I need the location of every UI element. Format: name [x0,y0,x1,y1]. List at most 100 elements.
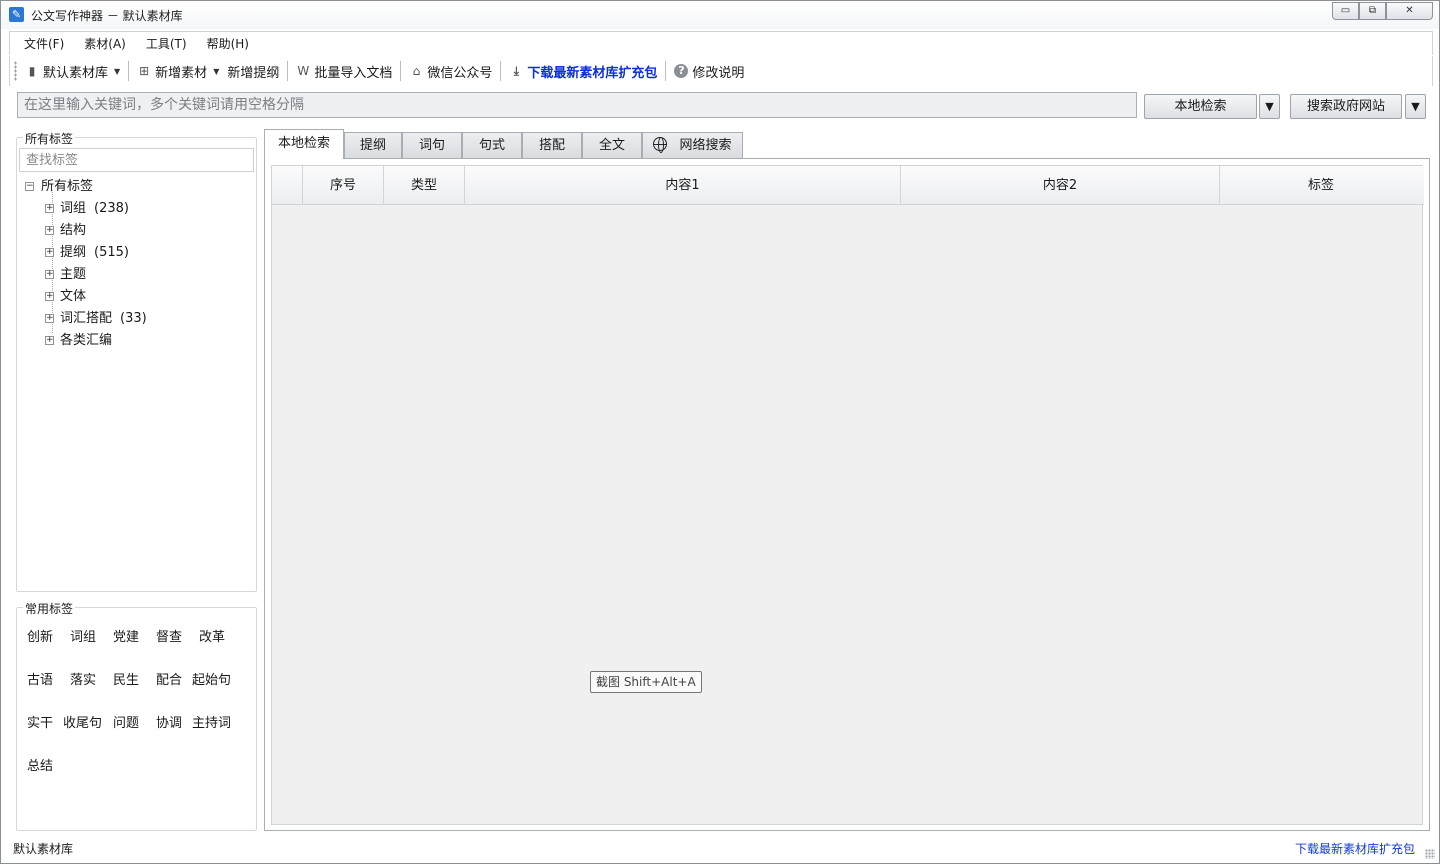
results-grid[interactable]: 序号 类型 内容1 内容2 标签 [271,165,1424,825]
window-title: 公文写作神器 － 默认素材库 [31,9,183,23]
tab-full-text[interactable]: 全文 [582,132,642,159]
tree-node-label: 词汇搭配 [60,311,113,326]
expand-icon[interactable]: + [45,248,54,257]
tree-node-label: 结构 [60,223,87,238]
common-tag[interactable]: 主持词 [192,712,231,731]
expand-icon[interactable]: + [45,270,54,279]
globe-icon [653,137,668,153]
tab-web-search[interactable]: 网络搜索 [642,132,743,159]
screenshot-hotkey-tooltip: 截图 Shift+Alt+A [590,671,702,693]
tree-node-label: 词组 [60,201,87,216]
grid-header-content2[interactable]: 内容2 [901,166,1220,205]
collapse-icon[interactable]: − [25,182,34,191]
common-tags-panel: 常用标签 创新 词组 党建 督查 改革 古语 落实 民生 配合 起始句 实干 收… [16,600,257,831]
wechat-label: 微信公众号 [427,65,493,81]
common-tag[interactable]: 实干 [27,712,53,731]
expand-icon[interactable]: + [45,336,54,345]
menu-bar: 文件(F) 素材(A) 工具(T) 帮助(H) [9,31,1433,55]
all-tags-title: 所有标签 [23,130,76,147]
grid-header-select[interactable] [272,166,303,205]
book-icon: ▮ [28,64,36,78]
common-tag[interactable]: 配合 [156,669,182,688]
resize-grip[interactable] [1425,849,1435,859]
grid-header: 序号 类型 内容1 内容2 标签 [272,166,1424,205]
close-button[interactable]: ✕ [1386,2,1433,20]
restore-button[interactable]: ⧉ [1359,2,1386,20]
tab-collocations[interactable]: 搭配 [522,132,582,159]
tree-node-count: (238) [94,201,129,216]
add-document-icon: ⊞ [139,64,150,78]
tree-node-label: 各类汇编 [60,333,113,348]
grid-header-index[interactable]: 序号 [303,166,384,205]
all-tags-panel: 所有标签 − 所有标签 + 词组 (238) + 结构 + 提纲 (515) [16,130,257,592]
expand-icon[interactable]: + [45,204,54,213]
batch-import-button[interactable]: W 批量导入文档 [292,58,396,84]
common-tag[interactable]: 起始句 [192,669,231,688]
expand-icon[interactable]: + [45,292,54,301]
tab-sentences[interactable]: 词句 [402,132,462,159]
add-outline-button[interactable]: 新增提纲 [223,58,283,84]
status-download-link[interactable]: 下载最新素材库扩充包 [1295,840,1415,857]
tag-search-input[interactable] [19,148,254,172]
title-bar[interactable]: ✎ 公文写作神器 － 默认素材库 ▭ ⧉ ✕ [1,1,1439,29]
grid-header-type[interactable]: 类型 [384,166,465,205]
tree-node-count: (33) [120,311,147,326]
menu-help[interactable]: 帮助(H) [197,32,259,55]
app-window: ✎ 公文写作神器 － 默认素材库 ▭ ⧉ ✕ 文件(F) 素材(A) 工具(T)… [0,0,1440,864]
changelog-button[interactable]: ? 修改说明 [670,58,748,84]
library-label: 默认素材库 [43,65,109,81]
tree-node-label: 文体 [60,289,87,304]
tab-sentence-patterns[interactable]: 句式 [462,132,522,159]
common-tag[interactable]: 督查 [156,626,182,645]
toolbar-grip[interactable] [14,61,17,81]
help-circle-icon: ? [674,64,689,78]
common-tag[interactable]: 问题 [113,712,139,731]
toolbar-separator [128,61,130,81]
result-tabs: 本地检索 提纲 词句 句式 搭配 全文 网络搜索 [264,129,743,159]
menu-material[interactable]: 素材(A) [74,32,136,55]
menu-file[interactable]: 文件(F) [10,32,74,55]
home-icon: ⌂ [412,64,421,78]
local-search-dropdown-button[interactable]: ▼ [1259,94,1280,119]
add-material-button[interactable]: ⊞ 新增素材 ▼ [133,58,223,84]
tree-node-count: (515) [94,245,129,260]
toolbar-separator [665,61,667,81]
common-tag[interactable]: 落实 [70,669,96,688]
keyword-search-input[interactable] [17,92,1137,118]
local-search-button[interactable]: 本地检索 [1144,94,1257,119]
toolbar-separator [287,61,289,81]
status-bar: 默认素材库 下载最新素材库扩充包 [1,835,1439,863]
download-pack-button[interactable]: ⤓ 下载最新素材库扩充包 [505,58,661,84]
tree-node-label: 主题 [60,267,87,282]
minimize-button[interactable]: ▭ [1332,2,1359,20]
local-search-panel: 序号 类型 内容1 内容2 标签 [264,158,1430,831]
gov-search-dropdown-button[interactable]: ▼ [1405,94,1426,119]
add-outline-label: 新增提纲 [227,65,280,81]
common-tag[interactable]: 创新 [27,626,53,645]
toolbar-separator [500,61,502,81]
common-tag[interactable]: 协调 [156,712,182,731]
menu-tools[interactable]: 工具(T) [136,32,197,55]
window-controls: ▭ ⧉ ✕ [1332,2,1433,20]
grid-header-content1[interactable]: 内容1 [465,166,901,205]
gov-search-button[interactable]: 搜索政府网站 [1290,94,1402,119]
expand-icon[interactable]: + [45,314,54,323]
library-dropdown-button[interactable]: ▮ 默认素材库 ▼ [21,58,124,84]
tab-outline[interactable]: 提纲 [344,132,402,159]
common-tag[interactable]: 古语 [27,669,53,688]
common-tag[interactable]: 词组 [70,626,96,645]
common-tag[interactable]: 民生 [113,669,139,688]
tree-node-label: 提纲 [60,245,87,260]
common-tag[interactable]: 改革 [199,626,225,645]
expand-icon[interactable]: + [45,226,54,235]
grid-header-tags[interactable]: 标签 [1220,166,1422,205]
batch-import-label: 批量导入文档 [314,65,393,81]
word-document-icon: W [297,64,310,78]
common-tag[interactable]: 总结 [27,755,53,774]
app-pencil-icon: ✎ [9,7,24,22]
common-tag[interactable]: 收尾句 [63,712,102,731]
tab-local-search[interactable]: 本地检索 [264,129,344,159]
wechat-button[interactable]: ⌂ 微信公众号 [405,58,496,84]
download-icon: ⤓ [513,64,520,78]
common-tag[interactable]: 党建 [113,626,139,645]
